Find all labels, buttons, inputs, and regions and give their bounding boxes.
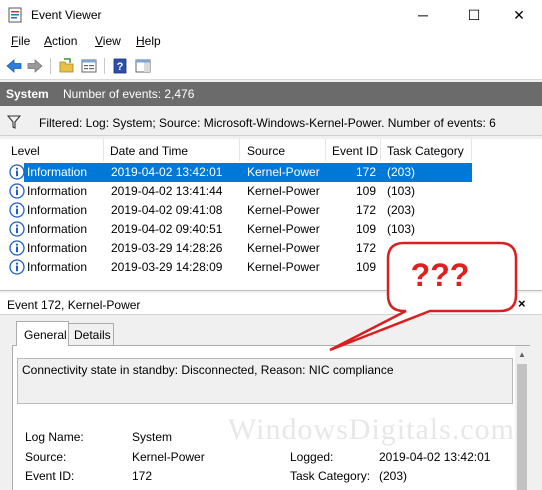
information-icon [9,164,25,180]
watermark: WindowsDigitals.com [228,413,515,446]
toolbar: ? [0,52,542,80]
annotation-text: ??? [410,257,470,293]
information-icon [9,259,25,275]
cell-id: 109 [355,184,376,198]
event-id-label: Event ID: [25,469,75,483]
cell-level: Information [27,165,88,179]
task-category-label: Task Category: [290,469,371,483]
title-bar: Event Viewer ─ ☐ ✕ [0,0,542,30]
scrollbar-thumb[interactable] [517,364,527,490]
cell-datetime: 2019-04-02 09:40:51 [111,222,223,236]
detail-tabs: General Details Connectivity state in st… [12,321,530,490]
column-header-task-category[interactable]: Task Category [381,139,472,161]
filter-bar: Filtered: Log: System; Source: Microsoft… [0,110,542,136]
information-icon [9,202,25,218]
cell-datetime: 2019-04-02 13:42:01 [111,165,223,179]
menu-help[interactable]: Help [136,34,161,48]
cell-id: 172 [355,241,376,255]
event-count: Number of events: 2,476 [63,87,195,101]
detail-scrollbar[interactable]: ▲ [515,346,530,490]
scroll-up-icon[interactable]: ▲ [518,350,526,359]
cell-level: Information [27,222,88,236]
table-row[interactable]: Information 2019-03-29 14:28:26 Kernel-Pow… [0,239,542,258]
detail-close-button[interactable]: × [518,296,526,311]
log-name: System [6,87,49,101]
detail-header: Event 172, Kernel-Power × [0,293,542,315]
menu-view[interactable]: View [95,34,121,48]
open-folder-icon[interactable] [58,57,76,75]
maximize-button[interactable]: ☐ [451,0,497,30]
log-name-value: System [132,430,173,444]
tab-general[interactable]: General [16,321,69,346]
cell-datetime: 2019-04-02 09:41:08 [111,203,223,217]
close-button[interactable]: ✕ [496,0,542,30]
table-row[interactable]: Information 2019-04-02 09:41:08 Kernel-Pow… [0,201,542,220]
svg-text:?: ? [117,61,124,73]
toolbar-separator [104,58,105,74]
cell-id: 109 [355,222,376,236]
column-header-source[interactable]: Source [240,139,326,161]
forward-arrow-icon[interactable] [26,57,44,75]
column-header-date-time[interactable]: Date and Time [104,139,240,161]
event-description-box[interactable]: Connectivity state in standby: Disconnec… [17,358,513,404]
cell-level: Information [27,203,88,217]
menu-bar: File Action View Help [0,30,542,52]
cell-source: Kernel-Power [247,241,320,255]
cell-category: (203) [387,165,416,179]
cell-source: Kernel-Power [247,165,320,179]
cell-datetime: 2019-03-29 14:28:09 [111,260,223,274]
show-pane-icon[interactable] [134,57,152,75]
filter-icon [7,115,21,129]
cell-category: (203) [387,203,416,217]
cell-level: Information [27,241,88,255]
log-name-label: Log Name: [25,430,84,444]
information-icon [9,183,25,199]
cell-id: 109 [355,260,376,274]
event-detail-pane: Event 172, Kernel-Power × General Detail… [0,293,542,490]
table-row[interactable]: Information 2019-04-02 13:42:01 Kernel-Pow… [0,163,542,182]
cell-source: Kernel-Power [247,260,320,274]
properties-icon[interactable] [80,57,98,75]
table-row[interactable]: Information 2019-04-02 13:41:44 Kernel-Pow… [0,182,542,201]
toolbar-separator [50,58,51,74]
logged-label: Logged: [290,450,334,464]
minimize-button[interactable]: ─ [400,0,446,30]
cell-category: (103) [387,184,416,198]
information-icon [9,240,25,256]
event-viewer-app-icon [8,7,22,23]
table-row[interactable]: Information 2019-04-02 09:40:51 Kernel-Pow… [0,220,542,239]
back-arrow-icon[interactable] [5,57,23,75]
window-title: Event Viewer [31,8,102,22]
log-header-band: System Number of events: 2,476 [0,82,542,106]
tab-details[interactable]: Details [68,323,114,346]
event-id-value: 172 [132,469,153,483]
column-header-level[interactable]: Level [0,139,104,161]
task-category-value: (203) [379,469,408,483]
help-icon[interactable]: ? [111,57,129,75]
detail-title: Event 172, Kernel-Power [7,298,141,312]
menu-action[interactable]: Action [44,34,77,48]
information-icon [9,221,25,237]
menu-file[interactable]: File [11,34,30,48]
cell-datetime: 2019-03-29 14:28:26 [111,241,223,255]
logged-value: 2019-04-02 13:42:01 [379,450,491,464]
cell-source: Kernel-Power [247,203,320,217]
source-value: Kernel-Power [132,450,205,464]
cell-id: 172 [355,203,376,217]
source-label: Source: [25,450,67,464]
cell-datetime: 2019-04-02 13:41:44 [111,184,223,198]
cell-id: 172 [355,165,376,179]
event-description: Connectivity state in standby: Disconnec… [22,363,394,377]
cell-source: Kernel-Power [247,184,320,198]
cell-level: Information [27,184,88,198]
cell-source: Kernel-Power [247,222,320,236]
column-header-event-id[interactable]: Event ID [326,139,381,161]
filter-description: Filtered: Log: System; Source: Microsoft… [39,116,496,130]
cell-level: Information [27,260,88,274]
cell-category: (103) [387,222,416,236]
